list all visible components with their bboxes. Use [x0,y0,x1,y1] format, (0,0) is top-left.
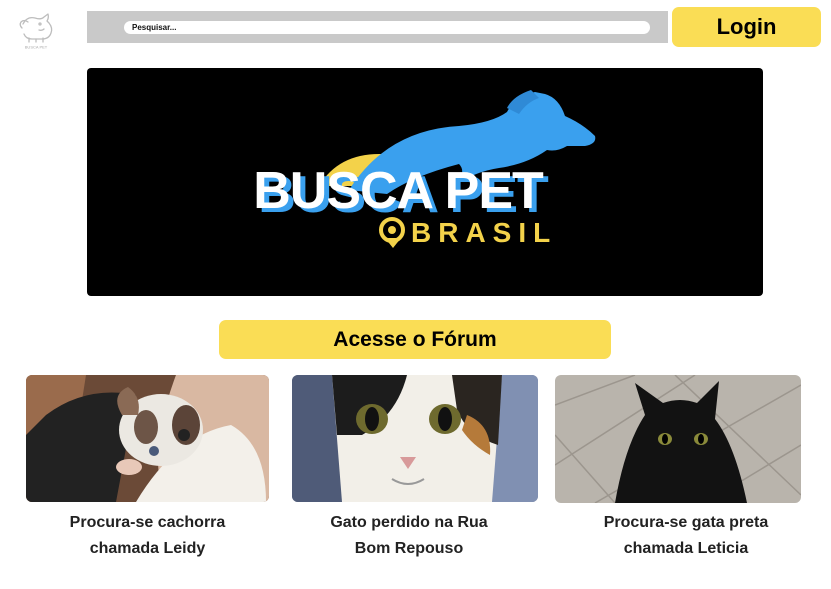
banner-logo-line2: BRASIL [411,217,557,248]
post-title[interactable]: Procura-se gata preta chamada Leticia [555,510,817,562]
search-input[interactable] [124,21,650,34]
login-button[interactable]: Login [672,7,821,47]
post-title-line2: chamada Leticia [623,540,749,557]
post-title-line2: Bom Repouso [354,540,464,557]
post-title[interactable]: Procura-se cachorra chamada Leidy [26,510,269,562]
forum-button[interactable]: Acesse o Fórum [219,320,611,359]
post-title-line1: Procura-se cachorra [69,514,226,531]
site-logo[interactable]: BUSCA PET [14,10,58,50]
search-bar [87,11,668,43]
busca-pet-brasil-logo: BUSCA PET BUSCA PET BRASIL [253,90,596,248]
hero-banner: BUSCA PET BUSCA PET BRASIL [87,68,763,296]
post-image-puppy[interactable] [26,375,269,502]
site-logo-text: BUSCA PET [25,45,48,50]
post-title[interactable]: Gato perdido na Rua Bom Repouso [292,510,526,562]
banner-logo-line1: BUSCA PET [253,162,544,220]
post-image-black-cat[interactable] [555,375,801,503]
post-title-line1: Gato perdido na Rua [330,514,488,531]
post-title-line1: Procura-se gata preta [603,514,769,531]
post-image-calico-cat[interactable] [292,375,538,502]
post-title-line2: chamada Leidy [89,540,206,557]
